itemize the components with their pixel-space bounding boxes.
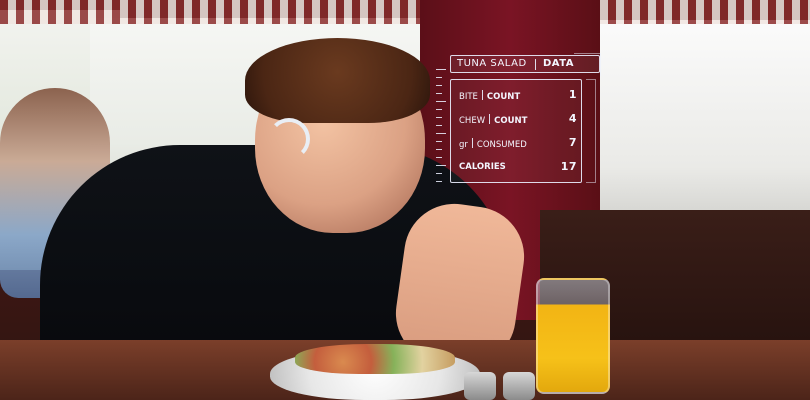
hud-header-divider <box>535 59 536 70</box>
scene: TUNA SALAD DATA BITE COUNT 1 CHEW COUNT 4 … <box>0 0 810 400</box>
orange-juice-glass <box>536 278 610 394</box>
hud-data-label: DATA <box>543 58 575 69</box>
hud-side-bracket <box>586 79 596 183</box>
salt-shaker <box>464 372 496 400</box>
hud-label-part: CONSUMED <box>476 140 527 150</box>
hud-stats-panel: BITE COUNT 1 CHEW COUNT 4 gr CONSUMED 7 CAL… <box>450 79 582 183</box>
tuna-salad <box>295 344 455 374</box>
hud-food-name: TUNA SALAD <box>457 58 527 69</box>
hud-label-part: COUNT <box>494 116 528 126</box>
hud-label-divider <box>481 90 483 100</box>
hud-row-calories: CALORIES 17 <box>459 158 577 176</box>
hud-row-chew-count: CHEW COUNT 4 <box>459 110 577 128</box>
hud-row-label: CALORIES <box>459 162 506 172</box>
hud-corner-bracket <box>574 53 601 76</box>
hud-label-part: BITE <box>459 92 478 102</box>
hud-row-grams-consumed: gr CONSUMED 7 <box>459 134 577 152</box>
man-hair <box>245 38 430 123</box>
pepper-shaker <box>503 372 535 400</box>
hud-value: 1 <box>568 88 577 101</box>
hud-row-label: gr CONSUMED <box>459 138 527 150</box>
earpiece-icon <box>268 118 310 160</box>
hud-label-part: gr <box>459 140 468 150</box>
hud-label-part: CHEW <box>459 116 486 126</box>
hud-label-divider <box>471 138 473 148</box>
hud-label-part: CALORIES <box>459 162 506 172</box>
hud-value: 7 <box>568 136 577 149</box>
hud-label-part: COUNT <box>486 92 521 102</box>
hud-row-label: BITE COUNT <box>459 90 520 102</box>
hud-row-label: CHEW COUNT <box>459 114 527 126</box>
right-window <box>600 20 810 230</box>
hud-value: 4 <box>568 112 577 125</box>
nutrition-hud: TUNA SALAD DATA BITE COUNT 1 CHEW COUNT 4 … <box>436 53 608 195</box>
hud-row-bite-count: BITE COUNT 1 <box>459 86 577 104</box>
hud-label-divider <box>489 114 491 124</box>
hud-scale <box>436 69 446 189</box>
striped-awning <box>0 0 810 24</box>
hud-value: 17 <box>560 160 577 173</box>
